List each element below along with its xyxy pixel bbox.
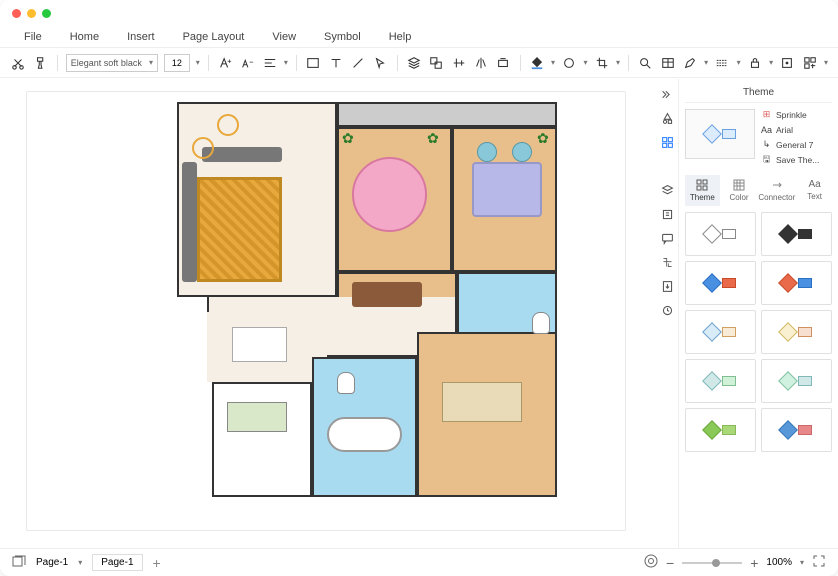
status-bar: Page-1 ▾ Page-1 + − + 100%▾ (0, 548, 838, 576)
menu-symbol[interactable]: Symbol (324, 31, 361, 43)
crop-icon[interactable] (594, 54, 610, 72)
toolbar: Elegant soft black▾ 12 ▾ ▾ ▾ ▾ ▾ ▾ ▾ ▾ ▾ (0, 48, 838, 78)
history-icon[interactable] (660, 207, 674, 221)
comment-icon[interactable] (660, 231, 674, 245)
flip-icon[interactable] (473, 54, 489, 72)
menu-bar: File Home Insert Page Layout View Symbol… (0, 26, 838, 48)
opt-arial[interactable]: AaArial (761, 124, 832, 135)
table-icon[interactable] (659, 54, 675, 72)
shapes-icon[interactable] (660, 111, 674, 125)
align-icon[interactable] (261, 54, 277, 72)
text-tool-icon[interactable] (327, 54, 343, 72)
cut-icon[interactable] (10, 54, 26, 72)
font-size[interactable]: 12 (164, 54, 190, 72)
tab-color[interactable]: Color (722, 175, 757, 206)
size-dropdown[interactable]: ▾ (196, 58, 200, 67)
lock-icon[interactable] (747, 54, 763, 72)
page-label[interactable]: Page-1 (36, 557, 68, 568)
theme-item[interactable] (761, 310, 832, 354)
theme-item[interactable] (685, 408, 756, 452)
menu-view[interactable]: View (272, 31, 296, 43)
fill-color-icon[interactable] (529, 54, 545, 72)
tab-theme[interactable]: Theme (685, 175, 720, 206)
floor-plan-drawing[interactable]: ✿ ✿ ✿ (177, 102, 567, 512)
page-tab[interactable]: Page-1 (92, 554, 142, 571)
license-icon[interactable] (644, 554, 658, 571)
menu-help[interactable]: Help (389, 31, 412, 43)
theme-panel: Theme ⊞Sprinkle AaArial ↳General 7 🖫Save… (678, 79, 838, 548)
focus-icon[interactable] (779, 54, 795, 72)
group-icon[interactable] (428, 54, 444, 72)
close-dot[interactable] (12, 9, 21, 18)
menu-insert[interactable]: Insert (127, 31, 155, 43)
add-page-icon[interactable]: + (153, 555, 161, 571)
font-name: Elegant soft black (71, 58, 142, 68)
theme-item[interactable] (685, 310, 756, 354)
right-rail (656, 79, 678, 548)
theme-preview[interactable] (685, 109, 755, 159)
zoom-out-icon[interactable]: − (666, 555, 674, 571)
theme-item[interactable] (685, 212, 756, 256)
zoom-in-icon[interactable]: + (750, 555, 758, 571)
work-area: ✿ ✿ ✿ Theme ⊞Sprinkle (0, 79, 838, 548)
more-icon[interactable] (802, 54, 818, 72)
zoom-slider[interactable] (682, 562, 742, 564)
window-titlebar (0, 0, 838, 26)
font-decrease-icon[interactable] (239, 54, 255, 72)
tab-text[interactable]: AaText (797, 175, 832, 206)
canvas[interactable]: ✿ ✿ ✿ (26, 91, 626, 531)
theme-item[interactable] (761, 212, 832, 256)
theme-icon[interactable] (660, 135, 674, 149)
zoom-value[interactable]: 100% (766, 557, 792, 568)
link-icon[interactable] (660, 255, 674, 269)
fullscreen-icon[interactable] (812, 554, 826, 571)
pointer-tool-icon[interactable] (372, 54, 388, 72)
theme-item[interactable] (761, 359, 832, 403)
search-icon[interactable] (637, 54, 653, 72)
line-style-icon[interactable] (714, 54, 730, 72)
layers-rail-icon[interactable] (660, 183, 674, 197)
theme-panel-title: Theme (685, 83, 832, 103)
size-icon[interactable] (495, 54, 511, 72)
pen-icon[interactable] (682, 54, 698, 72)
shape-style-icon[interactable] (561, 54, 577, 72)
opt-save[interactable]: 🖫Save The... (761, 154, 832, 165)
theme-item[interactable] (761, 261, 832, 305)
theme-grid (685, 212, 832, 452)
align-objects-icon[interactable] (450, 54, 466, 72)
theme-item[interactable] (761, 408, 832, 452)
expand-icon[interactable] (660, 87, 674, 101)
settings-rail-icon[interactable] (660, 303, 674, 317)
theme-item[interactable] (685, 261, 756, 305)
font-increase-icon[interactable] (217, 54, 233, 72)
theme-item[interactable] (685, 359, 756, 403)
menu-home[interactable]: Home (70, 31, 99, 43)
format-painter-icon[interactable] (32, 54, 48, 72)
line-tool-icon[interactable] (350, 54, 366, 72)
menu-page-layout[interactable]: Page Layout (183, 31, 245, 43)
tab-connector[interactable]: Connector (758, 175, 795, 206)
rectangle-tool-icon[interactable] (305, 54, 321, 72)
layer-icon[interactable] (406, 54, 422, 72)
minimize-dot[interactable] (27, 9, 36, 18)
export-rail-icon[interactable] (660, 279, 674, 293)
maximize-dot[interactable] (42, 9, 51, 18)
opt-general[interactable]: ↳General 7 (761, 139, 832, 150)
menu-file[interactable]: File (24, 31, 42, 43)
pages-icon[interactable] (12, 555, 26, 570)
font-select[interactable]: Elegant soft black▾ (66, 54, 158, 72)
opt-sprinkle[interactable]: ⊞Sprinkle (761, 109, 832, 120)
